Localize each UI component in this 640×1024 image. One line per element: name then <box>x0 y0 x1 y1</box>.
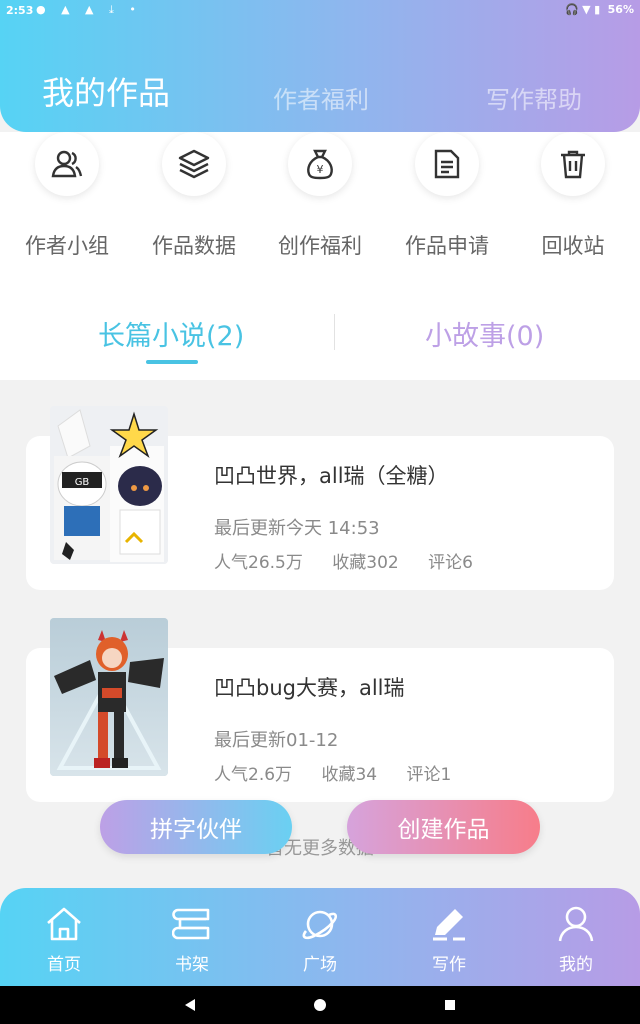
status-bar: 2:53 ● ▲ ▲ ⤓ • 🎧 ▼ ▮ 56% <box>0 0 640 22</box>
person-icon <box>531 904 621 944</box>
bookshelf-icon <box>147 904 237 944</box>
quick-action-label: 作者小组 <box>25 234 109 258</box>
list-end-text: 暂无更多数据 <box>266 838 374 859</box>
work-comments: 评论1 <box>406 765 452 785</box>
work-last-updated: 最后更新01-12 <box>214 730 339 751</box>
svg-text:¥: ¥ <box>317 163 324 176</box>
home-button-icon[interactable] <box>312 997 328 1013</box>
home-icon <box>19 904 109 944</box>
nav-bookshelf[interactable]: 书架 <box>147 904 237 975</box>
work-last-updated: 最后更新今天 14:53 <box>214 518 380 539</box>
nav-label: 首页 <box>47 955 81 975</box>
nav-label: 书架 <box>175 955 209 975</box>
system-status-icons: 🎧 ▼ ▮ 56% <box>565 3 634 16</box>
word-partner-button[interactable]: 拼字伙伴 <box>100 800 292 854</box>
tab-my-works[interactable]: 我的作品 <box>42 68 170 114</box>
nav-square[interactable]: 广场 <box>275 904 365 975</box>
quick-action-work-application[interactable]: 作品申请 <box>387 132 507 260</box>
category-tabs: 长篇小说(2) 小故事(0) <box>0 282 640 380</box>
tab-writing-help[interactable]: 写作帮助 <box>486 80 582 115</box>
quick-action-label: 作品申请 <box>405 234 489 258</box>
quick-action-label: 回收站 <box>541 234 605 258</box>
create-work-button[interactable]: 创建作品 <box>347 800 540 854</box>
svg-text:GB: GB <box>75 477 90 488</box>
pen-icon <box>404 904 494 944</box>
nav-home[interactable]: 首页 <box>19 904 109 975</box>
money-bag-icon: ¥ <box>288 132 352 196</box>
nav-write[interactable]: 写作 <box>404 904 494 975</box>
header: 2:53 ● ▲ ▲ ⤓ • 🎧 ▼ ▮ 56% 我的作品 作者福利 写作帮助 <box>0 0 640 132</box>
back-icon[interactable] <box>182 997 198 1013</box>
nav-label: 广场 <box>303 955 337 975</box>
active-tab-indicator <box>146 360 198 364</box>
nav-label: 写作 <box>432 955 466 975</box>
work-popularity: 人气26.5万 <box>214 553 303 573</box>
work-title: 凹凸bug大赛，all瑞 <box>214 676 405 700</box>
work-favorites: 收藏34 <box>321 765 378 785</box>
quick-action-work-data[interactable]: 作品数据 <box>134 132 254 260</box>
tab-author-welfare[interactable]: 作者福利 <box>273 80 369 115</box>
quick-action-label: 创作福利 <box>278 234 362 258</box>
work-stats: 人气2.6万 收藏34 评论1 <box>214 760 475 785</box>
work-favorites: 收藏302 <box>332 553 399 573</box>
group-icon <box>35 132 99 196</box>
tab-long-novels[interactable]: 长篇小说(2) <box>98 314 244 353</box>
work-cover-image[interactable]: GB <box>50 406 168 564</box>
work-comments: 评论6 <box>428 553 473 573</box>
status-time: 2:53 <box>6 4 34 17</box>
tab-short-stories[interactable]: 小故事(0) <box>425 314 544 353</box>
bottom-navigation: 首页 书架 广场 写作 我的 <box>0 888 640 986</box>
nav-mine[interactable]: 我的 <box>531 904 621 975</box>
planet-icon <box>275 904 365 944</box>
quick-action-author-group[interactable]: 作者小组 <box>7 132 127 260</box>
document-icon <box>415 132 479 196</box>
work-title: 凹凸世界，all瑞（全糖） <box>214 464 449 488</box>
battery-level: 56% <box>607 3 634 16</box>
quick-action-recycle-bin[interactable]: 回收站 <box>513 132 633 260</box>
work-popularity: 人气2.6万 <box>214 765 293 785</box>
nav-label: 我的 <box>559 955 593 975</box>
tab-divider <box>334 314 335 350</box>
layers-icon <box>162 132 226 196</box>
quick-actions: 作者小组 作品数据 ¥ 创作福利 作品申请 回收站 <box>0 132 640 282</box>
work-stats: 人气26.5万 收藏302 评论6 <box>214 548 497 573</box>
notification-icons: ● ▲ ▲ ⤓ • <box>36 3 142 16</box>
quick-action-creation-welfare[interactable]: ¥ 创作福利 <box>260 132 380 260</box>
status-icons: 🎧 ▼ ▮ <box>564 3 601 16</box>
work-cover-image[interactable] <box>50 618 168 776</box>
trash-icon <box>541 132 605 196</box>
recents-icon[interactable] <box>442 997 458 1013</box>
system-navigation-bar <box>0 986 640 1024</box>
quick-action-label: 作品数据 <box>152 234 236 258</box>
